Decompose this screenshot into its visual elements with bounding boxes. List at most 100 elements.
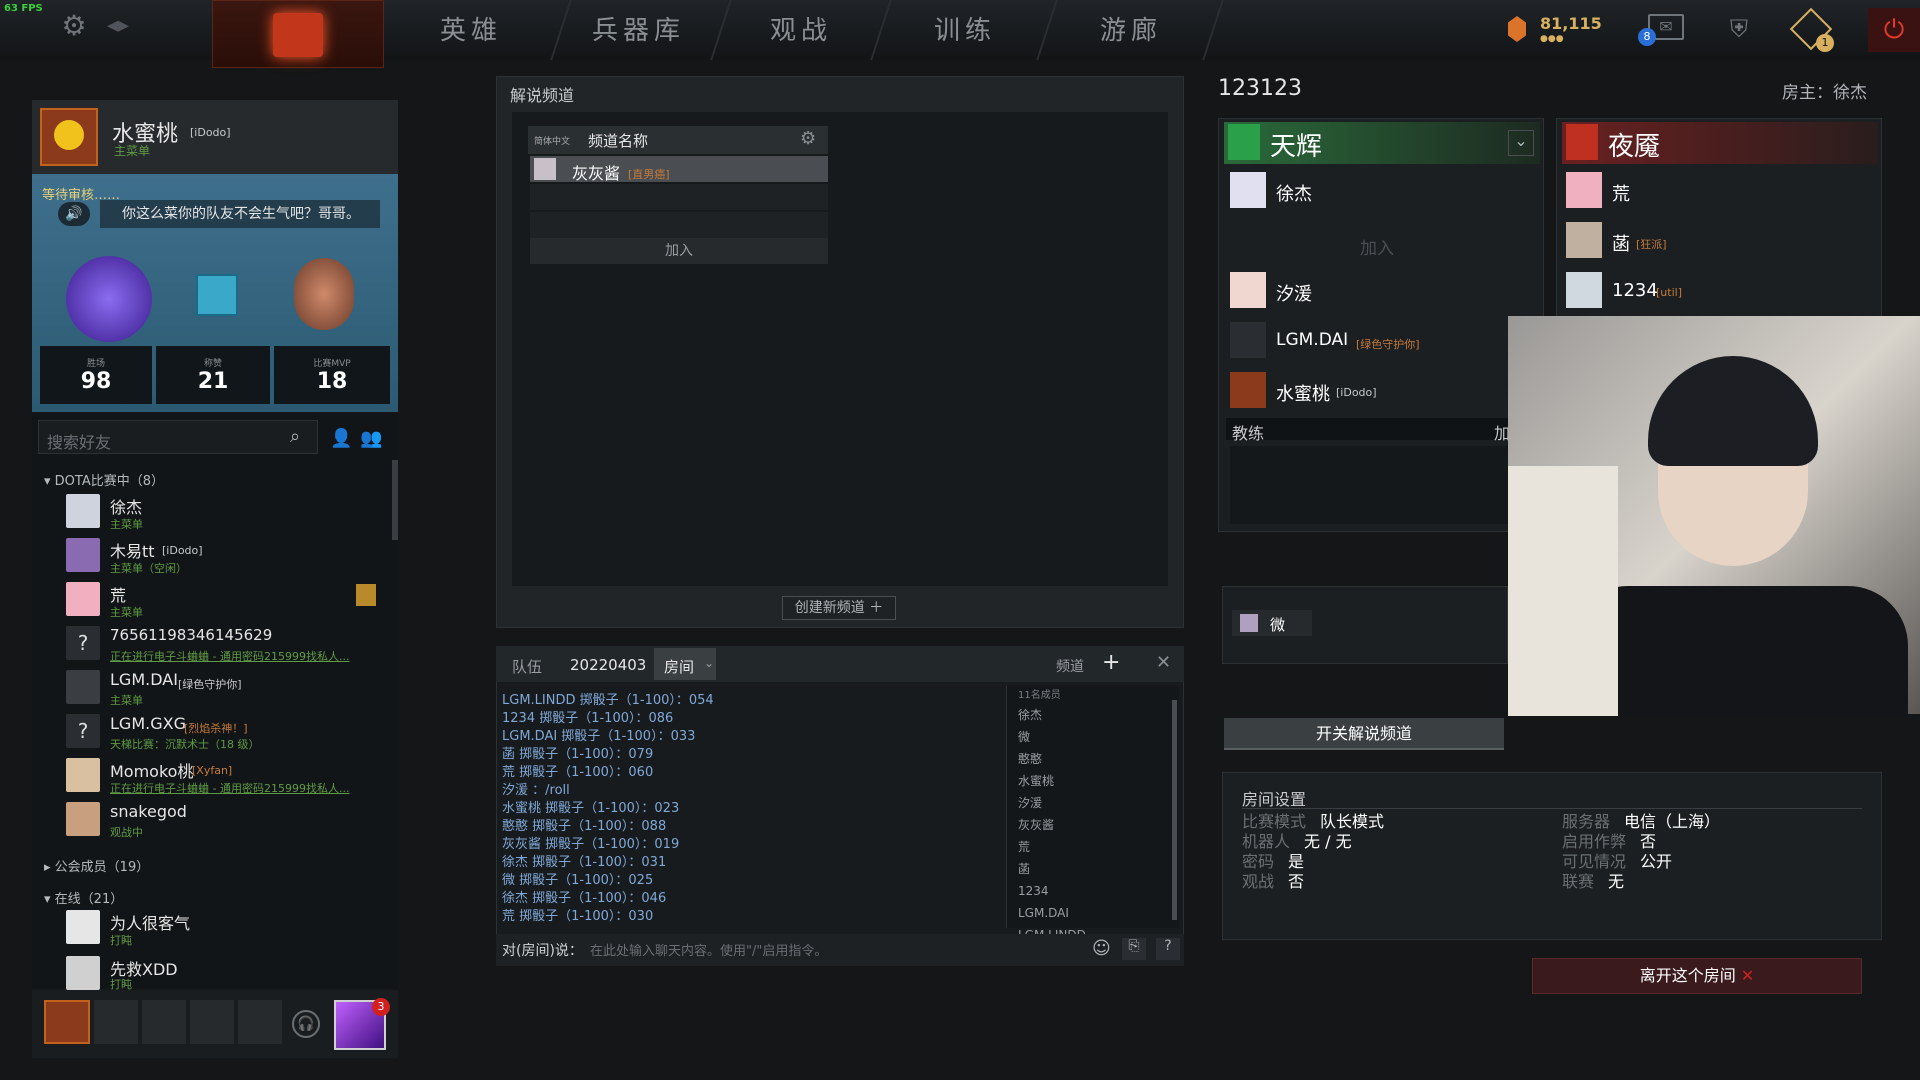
chat-tab-guild[interactable]: 20220403 <box>570 656 646 674</box>
player-avatar[interactable] <box>1230 172 1266 208</box>
player-avatar[interactable] <box>1566 272 1602 308</box>
player-avatar[interactable] <box>1230 322 1266 358</box>
player-avatar[interactable] <box>1566 172 1602 208</box>
chat-member[interactable]: 憨憨 <box>1018 748 1086 770</box>
chat-line: LGM.DAI 掷骰子（1-100）：033 <box>502 729 696 744</box>
create-channel-button[interactable]: 创建新频道 ＋ <box>782 596 896 620</box>
voice-chat-icon[interactable]: 🎧 <box>292 1010 320 1038</box>
quest-badge: 1 <box>1816 34 1834 52</box>
channel-join-button[interactable]: 加入 <box>530 238 828 264</box>
chat-member[interactable]: LGM.DAI <box>1018 902 1086 924</box>
chat-line: 徐杰 掷骰子（1-100）：046 <box>502 891 667 906</box>
party-slot-empty[interactable] <box>190 1000 234 1044</box>
paste-icon[interactable]: ⎘ <box>1122 938 1146 960</box>
nav-tab-heroes[interactable]: 英雄 <box>440 0 502 60</box>
friend-avatar[interactable] <box>66 494 100 528</box>
group-online-header[interactable]: ▾ 在线（21） <box>44 888 123 907</box>
channel-settings-icon[interactable]: ⚙ <box>800 128 816 149</box>
chat-scrollbar[interactable] <box>1172 700 1177 920</box>
dota-plus-icon <box>196 274 238 316</box>
friend-avatar[interactable] <box>66 802 100 836</box>
party-slot-empty[interactable] <box>238 1000 282 1044</box>
setting-key: 观战 <box>1242 872 1275 891</box>
party-slot-empty[interactable] <box>142 1000 186 1044</box>
chat-member[interactable]: 徐杰 <box>1018 704 1086 726</box>
search-icon[interactable]: ⌕ <box>290 426 300 447</box>
chat-input[interactable]: 在此处输入聊天内容。使用"/"启用指令。 <box>590 940 827 959</box>
friend-search-input[interactable]: 搜索好友 <box>38 420 318 454</box>
chevron-down-icon[interactable]: ⌄ <box>1508 130 1534 156</box>
profile-avatar[interactable] <box>40 108 98 166</box>
unknown-avatar-icon[interactable]: ? <box>66 626 100 660</box>
power-icon[interactable]: ⏻ <box>1868 8 1920 52</box>
coach-header <box>1226 418 1532 440</box>
setting-key: 比赛模式 <box>1242 812 1307 831</box>
friends-scrollbar[interactable] <box>392 460 398 540</box>
chat-tab-team[interactable]: 队伍 <box>512 656 542 677</box>
settings-divider <box>1242 808 1862 809</box>
group-guild-header[interactable]: ▸ 公会成员（19） <box>44 856 149 875</box>
chat-member[interactable]: 荒 <box>1018 836 1086 858</box>
nav-tab-armory[interactable]: 兵器库 <box>592 0 685 60</box>
chat-channel-label[interactable]: 频道 <box>1056 656 1084 676</box>
setting-key: 可见情况 <box>1562 852 1627 871</box>
setting-value: 无 <box>1608 872 1625 891</box>
friend-avatar[interactable] <box>66 956 100 990</box>
friends-group-icon[interactable]: 👥 <box>360 428 382 449</box>
dire-title: 夜魇 <box>1608 132 1661 162</box>
player-avatar[interactable] <box>1230 272 1266 308</box>
close-icon[interactable]: ✕ <box>1156 652 1171 673</box>
friend-avatar[interactable] <box>66 670 100 704</box>
setting-value: 否 <box>1288 872 1305 891</box>
chat-member[interactable]: 灰灰酱 <box>1018 814 1086 836</box>
add-channel-icon[interactable]: + <box>1102 650 1120 675</box>
radiant-join-slot[interactable]: 加入 <box>1360 234 1394 259</box>
player-tag: [狂派] <box>1636 238 1667 251</box>
nav-tab-watch[interactable]: 观战 <box>770 0 832 60</box>
party-slot-self[interactable] <box>44 1000 90 1044</box>
friend-avatar[interactable] <box>66 538 100 572</box>
armory-icon[interactable]: ⛨ <box>1722 12 1756 46</box>
dota-logo-button[interactable] <box>212 0 384 68</box>
player-name: 菡 <box>1612 234 1630 255</box>
speaker-icon[interactable]: 🔊 <box>58 202 90 226</box>
party-slot-empty[interactable] <box>94 1000 138 1044</box>
room-settings-title: 房间设置 <box>1242 790 1307 809</box>
coach-slot[interactable] <box>1230 446 1530 524</box>
player-avatar[interactable] <box>1230 372 1266 408</box>
nav-tab-arcade[interactable]: 游廊 <box>1100 0 1162 60</box>
help-icon[interactable]: ? <box>1156 938 1180 960</box>
chat-member[interactable]: 微 <box>1018 726 1086 748</box>
chat-line: 荒 掷骰子（1-100）：030 <box>502 909 654 924</box>
unknown-avatar-icon[interactable]: ? <box>66 714 100 748</box>
player-avatar[interactable] <box>1566 222 1602 258</box>
chat-line: 微 掷骰子（1-100）：025 <box>502 873 654 888</box>
setting-row: 服务器 电信（上海） <box>1562 812 1720 832</box>
chat-member[interactable]: 1234 <box>1018 880 1086 902</box>
emoji-icon[interactable]: ☺ <box>1092 938 1111 959</box>
bookmark-icon[interactable] <box>356 584 376 606</box>
back-forward-icon[interactable]: ◂▸ <box>100 10 136 42</box>
gear-icon[interactable]: ⚙ <box>58 10 90 42</box>
friend-tag: [绿色守护你] <box>178 678 242 691</box>
setting-row: 机器人无 / 无 <box>1242 832 1384 852</box>
chat-member[interactable]: 汐湲 <box>1018 792 1086 814</box>
group-in-game-header[interactable]: ▾ DOTA比赛中（8） <box>44 470 164 489</box>
leave-room-button[interactable]: 离开这个房间 ✕ <box>1532 958 1862 994</box>
fps-counter: 63 FPS <box>4 3 43 14</box>
friend-avatar[interactable] <box>66 758 100 792</box>
toggle-commentary-button[interactable]: 开关解说频道 <box>1224 718 1504 750</box>
friend-name: Momoko桃 <box>110 762 194 781</box>
friend-avatar[interactable] <box>66 582 100 616</box>
chat-member[interactable]: 水蜜桃 <box>1018 770 1086 792</box>
player-tag: [iDodo] <box>1336 386 1377 399</box>
friend-status: 主菜单 <box>110 694 143 707</box>
friend-avatar[interactable] <box>66 910 100 944</box>
friend-status: 主菜单（空闲） <box>110 562 187 575</box>
nav-tab-learn[interactable]: 训练 <box>934 0 996 60</box>
chat-member[interactable]: 菡 <box>1018 858 1086 880</box>
add-friend-icon[interactable]: 👤 <box>330 428 352 449</box>
chat-member-count: 11名成员 <box>1018 690 1061 701</box>
chevron-down-icon[interactable]: ⌄ <box>704 656 714 670</box>
friend-name: LGM.GXG <box>110 714 186 733</box>
